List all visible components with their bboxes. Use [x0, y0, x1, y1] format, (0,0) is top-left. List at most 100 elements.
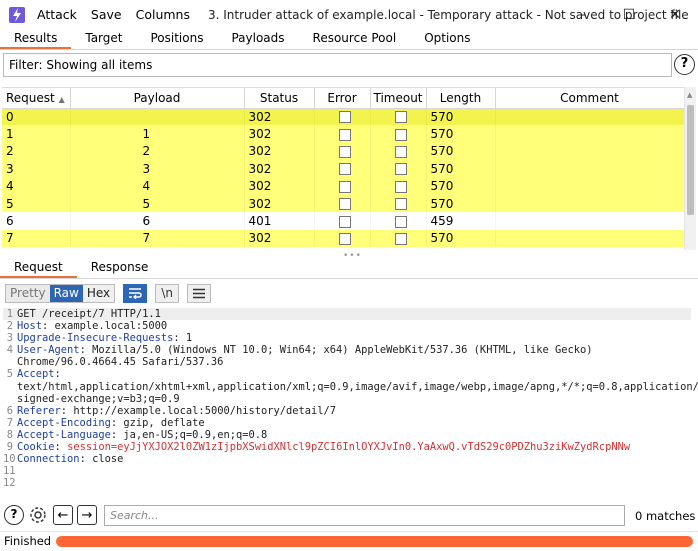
table-row[interactable]: 1 1 302 570 [2, 125, 684, 143]
filter-bar[interactable]: Filter: Showing all items [3, 53, 672, 77]
line-number: 9 [6, 441, 13, 454]
line-number: 3 [6, 332, 13, 345]
line-number: 5 [6, 368, 13, 381]
col-timeout[interactable]: Timeout [370, 88, 427, 109]
error-checkbox [338, 163, 351, 176]
cell-error [314, 125, 371, 143]
raw-button[interactable]: Raw [49, 284, 83, 302]
error-checkbox [338, 232, 351, 245]
menu-button[interactable] [187, 283, 212, 303]
scroll-up-icon[interactable]: ▲ [687, 91, 692, 99]
editor-line: 12 [3, 477, 691, 489]
cell-error [314, 108, 371, 126]
editor-line: 9 Cookie: session=eyJjYXJOX2l0ZW1zIjpbXS… [3, 441, 691, 453]
scroll-thumb[interactable] [687, 105, 694, 215]
col-status[interactable]: Status [244, 88, 315, 109]
help-icon[interactable]: ? [674, 54, 695, 75]
tab-target[interactable]: Target [71, 29, 136, 49]
col-comment[interactable]: Comment [495, 88, 684, 109]
error-checkbox [338, 180, 351, 193]
cell-length: 570 [426, 177, 496, 195]
cell-status: 302 [244, 125, 315, 143]
search-input[interactable] [104, 505, 625, 526]
col-error[interactable]: Error [314, 88, 371, 109]
cell-comment [495, 177, 684, 195]
col-length[interactable]: Length [426, 88, 496, 109]
cell-comment [495, 142, 684, 161]
request-editor[interactable]: 1 GET /receipt/7 HTTP/1.1 2 Host: exampl… [3, 308, 698, 498]
word-wrap-button[interactable] [123, 283, 148, 303]
next-match-arrow-icon[interactable]: → [77, 505, 97, 525]
table-row[interactable]: 5 5 302 570 [2, 194, 684, 213]
col-request[interactable]: Request ▲ [2, 88, 71, 109]
previous-match-arrow-icon[interactable]: ← [53, 505, 73, 525]
table-row[interactable]: 7 7 302 570 [2, 229, 684, 248]
cell-timeout [370, 125, 427, 143]
header-name: Upgrade-Insecure-Requests [17, 332, 174, 345]
header-value: close [85, 453, 124, 466]
line-number: 1 [6, 308, 13, 320]
cell-length: 570 [426, 194, 496, 213]
tab-options[interactable]: Options [410, 29, 484, 49]
status-bar: Finished [0, 531, 698, 551]
minimize-icon[interactable]: – [560, 0, 606, 29]
cell-request: 2 [2, 142, 71, 161]
editor-line: 6 Referer: http://example.local:5000/his… [3, 405, 691, 417]
cell-comment [495, 125, 684, 143]
table-row[interactable]: 0 302 570 [2, 108, 684, 126]
line-number: 11 [3, 465, 16, 478]
sort-asc-icon: ▲ [58, 94, 65, 104]
hex-button[interactable]: Hex [82, 284, 115, 302]
timeout-checkbox [394, 145, 407, 158]
table-row[interactable]: 2 2 302 570 [2, 142, 684, 161]
cell-payload: 6 [70, 212, 245, 230]
tab-positions[interactable]: Positions [136, 29, 217, 49]
progress-fill [56, 536, 693, 547]
table-row[interactable]: 6 6 401 459 [2, 212, 684, 230]
menu-columns[interactable]: Columns [136, 7, 190, 22]
table-row[interactable]: 4 4 302 570 [2, 177, 684, 195]
cell-request: 1 [2, 125, 71, 143]
cell-status: 302 [244, 177, 315, 195]
editor-line: 1 GET /receipt/7 HTTP/1.1 [3, 308, 691, 321]
search-bar: ? ← → 0 matches [0, 503, 698, 527]
error-checkbox [338, 128, 351, 141]
match-count: 0 matches [635, 509, 696, 523]
editor-toolbar: Pretty Raw Hex \n [5, 283, 212, 303]
header-value: 1 [179, 332, 193, 345]
menu-attack[interactable]: Attack [37, 7, 77, 22]
header-value: http://example.local:5000/history/detail… [67, 404, 337, 417]
show-newlines-button[interactable]: \n [155, 283, 180, 303]
tab-request[interactable]: Request [0, 258, 77, 278]
table-header: Request ▲ Payload Status Error Timeout L… [2, 88, 684, 109]
line-number: 12 [3, 477, 16, 490]
help-icon[interactable]: ? [4, 505, 24, 525]
header-value: Mozilla/5.0 (Windows NT 10.0; Win64; x64… [85, 344, 593, 357]
cell-length: 570 [426, 125, 496, 143]
tab-response[interactable]: Response [77, 258, 163, 278]
cell-request: 3 [2, 160, 71, 178]
table-scrollbar[interactable]: ▲ [684, 87, 696, 250]
menu-save[interactable]: Save [91, 7, 122, 22]
cell-request: 6 [2, 212, 71, 230]
error-checkbox [338, 215, 351, 228]
table-row[interactable]: 3 3 302 570 [2, 160, 684, 178]
settings-gear-icon[interactable] [28, 505, 48, 525]
col-payload[interactable]: Payload [70, 88, 245, 109]
close-icon[interactable]: ✕ [652, 0, 698, 29]
cell-payload: 4 [70, 177, 245, 195]
pretty-button[interactable]: Pretty [6, 284, 50, 302]
tab-resource-pool[interactable]: Resource Pool [299, 29, 411, 49]
tab-divider [0, 278, 698, 279]
maximize-icon[interactable]: ☐ [606, 0, 652, 29]
cell-length: 459 [426, 212, 496, 230]
header-name: Connection [17, 453, 80, 466]
tab-payloads[interactable]: Payloads [217, 29, 298, 49]
header-name: User-Agent [17, 344, 80, 357]
burp-app-icon [9, 6, 25, 23]
header-value-continued: text/html,application/xhtml+xml,applicat… [17, 380, 698, 393]
timeout-checkbox [394, 232, 407, 245]
header-name: Accept-Language [17, 428, 111, 441]
tab-results[interactable]: Results [0, 29, 72, 49]
cell-timeout [370, 160, 427, 178]
